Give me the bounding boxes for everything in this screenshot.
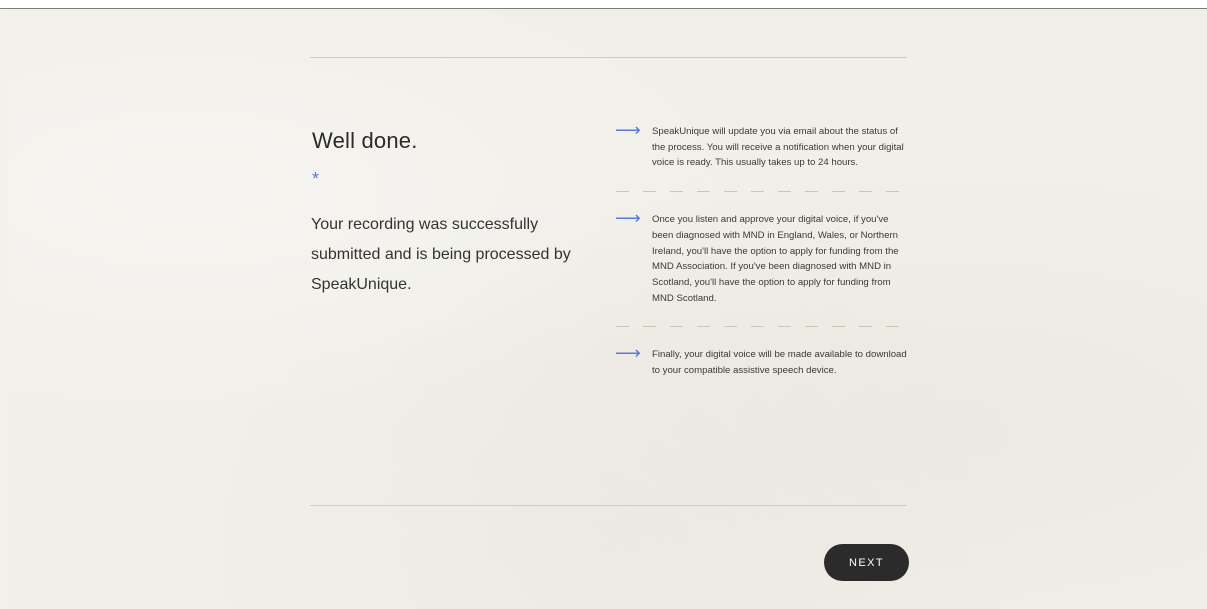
step-text: SpeakUnique will update you via email ab…	[652, 126, 904, 169]
asterisk-icon: *	[312, 169, 320, 189]
next-steps-list: ⟶ SpeakUnique will update you via email …	[615, 120, 907, 379]
step-item: ⟶ Finally, your digital voice will be ma…	[615, 343, 907, 378]
step-text: Finally, your digital voice will be made…	[652, 349, 907, 377]
bottom-divider	[310, 505, 907, 506]
page-title: Well done.	[312, 128, 418, 153]
content-panel	[8, 9, 1207, 609]
step-text: Once you listen and approve your digital…	[652, 214, 899, 304]
step-item: ⟶ Once you listen and approve your digit…	[615, 208, 907, 306]
success-message: Your recording was successfully submitte…	[311, 216, 571, 293]
arrow-right-icon: ⟶	[615, 120, 641, 140]
step-item: ⟶ SpeakUnique will update you via email …	[615, 120, 907, 171]
arrow-right-icon: ⟶	[615, 343, 641, 364]
next-button[interactable]: NEXT	[824, 544, 909, 581]
top-strip	[0, 0, 1207, 9]
top-divider	[310, 57, 907, 58]
dashed-divider	[616, 191, 900, 193]
dashed-divider	[616, 326, 900, 328]
arrow-right-icon: ⟶	[615, 208, 641, 229]
